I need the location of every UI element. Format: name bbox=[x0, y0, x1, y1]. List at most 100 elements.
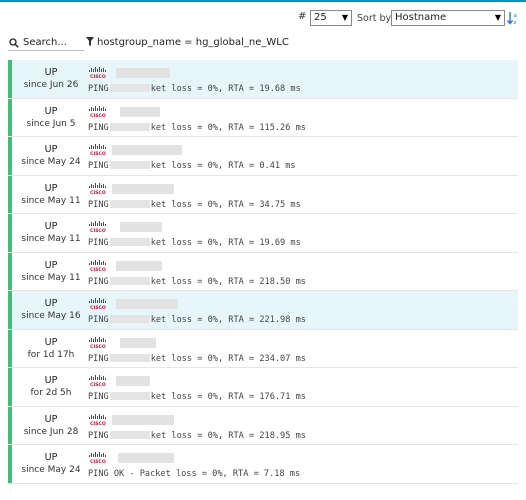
status-bar bbox=[8, 137, 12, 175]
state-since: since Jun 5 bbox=[26, 118, 76, 129]
host-state: UP since May 24 bbox=[18, 144, 84, 168]
plugin-output: PING ket loss = 0%, RTA = 234.07 ms bbox=[88, 353, 306, 364]
cisco-logo: CISCO bbox=[89, 452, 106, 464]
status-bar bbox=[8, 252, 12, 290]
status-bar bbox=[8, 368, 12, 406]
state-label: UP bbox=[44, 452, 58, 463]
plugin-output: PING OK - Packet loss = 0%, RTA = 7.18 m… bbox=[88, 469, 300, 479]
host-row[interactable]: UP since Jun 28 CISCO PING ket loss = 0%,… bbox=[8, 406, 518, 445]
svg-text:CISCO: CISCO bbox=[90, 113, 106, 118]
redacted-output bbox=[109, 199, 150, 208]
sort-select[interactable]: Hostname ▼ bbox=[391, 10, 505, 26]
status-bar bbox=[8, 60, 12, 98]
svg-text:z: z bbox=[514, 20, 517, 25]
state-since: since May 16 bbox=[21, 311, 81, 321]
output-prefix: PING bbox=[88, 161, 109, 171]
state-label: UP bbox=[44, 298, 58, 309]
cisco-logo: CISCO bbox=[89, 221, 106, 233]
host-row[interactable]: UP for 2d 5h CISCO PING ket loss = 0%, RT… bbox=[8, 368, 518, 407]
redacted-output bbox=[109, 430, 150, 439]
svg-text:CISCO: CISCO bbox=[90, 344, 106, 349]
host-row[interactable]: UP since May 11 CISCO PING ket loss = 0%,… bbox=[8, 214, 518, 253]
state-label: UP bbox=[44, 413, 58, 425]
svg-text:CISCO: CISCO bbox=[90, 305, 106, 310]
redacted-hostname bbox=[116, 68, 170, 78]
status-bar bbox=[8, 214, 12, 252]
sort-direction-icon[interactable]: a z bbox=[507, 11, 519, 25]
output-text: ket loss = 0%, RTA = 221.98 ms bbox=[150, 315, 306, 325]
status-bar bbox=[8, 445, 12, 483]
output-text: ket loss = 0%, RTA = 176.71 ms bbox=[150, 392, 306, 402]
output-text: ket loss = 0%, RTA = 34.75 ms bbox=[150, 199, 301, 210]
filter-text: hostgroup_name = hg_global_ne_WLC bbox=[97, 37, 289, 48]
output-prefix: PING bbox=[88, 315, 109, 325]
svg-text:CISCO: CISCO bbox=[90, 459, 106, 464]
host-state: UP since May 11 bbox=[18, 221, 84, 245]
host-row[interactable]: UP since May 11 CISCO PING ket loss = 0%,… bbox=[8, 175, 518, 214]
host-state: UP since Jun 28 bbox=[18, 414, 84, 438]
dropdown-arrow-icon: ▼ bbox=[494, 13, 501, 22]
list-controls: # 25 ▼ Sort by Hostname ▼ a z bbox=[0, 10, 526, 28]
state-since: since Jun 26 bbox=[23, 80, 79, 90]
output-text: ket loss = 0%, RTA = 0.41 ms bbox=[150, 161, 296, 171]
redacted-hostname bbox=[120, 337, 156, 348]
host-row[interactable]: UP for 1d 17h CISCO PING ket loss = 0%, R… bbox=[8, 329, 518, 368]
status-bar bbox=[8, 291, 12, 329]
plugin-output: PING ket loss = 0%, RTA = 176.71 ms bbox=[88, 392, 306, 402]
filter-icon bbox=[86, 37, 94, 46]
redacted-hostname bbox=[112, 414, 174, 425]
host-row[interactable]: UP since May 11 CISCO PING ket loss = 0%,… bbox=[8, 252, 518, 291]
search-icon bbox=[9, 38, 19, 48]
host-state: UP for 2d 5h bbox=[18, 375, 84, 399]
cisco-logo: CISCO bbox=[89, 67, 106, 79]
redacted-hostname bbox=[118, 453, 174, 463]
plugin-output: PING ket loss = 0%, RTA = 19.68 ms bbox=[88, 84, 301, 94]
plugin-output: PING ket loss = 0%, RTA = 221.98 ms bbox=[88, 315, 306, 325]
state-label: UP bbox=[44, 336, 58, 348]
output-text: ket loss = 0%, RTA = 19.68 ms bbox=[150, 84, 301, 94]
cisco-logo: CISCO bbox=[89, 259, 106, 272]
state-since: since May 11 bbox=[21, 234, 81, 244]
limit-label: # bbox=[298, 11, 307, 22]
state-since: for 2d 5h bbox=[30, 388, 72, 398]
output-prefix: PING OK - Packet loss = 0%, RTA = 7.18 m… bbox=[88, 469, 301, 479]
state-since: for 1d 17h bbox=[27, 349, 75, 360]
plugin-output: PING ket loss = 0%, RTA = 19.69 ms bbox=[88, 238, 301, 248]
status-bar bbox=[8, 406, 12, 444]
redacted-output bbox=[109, 161, 150, 169]
filter-bar: Search... hostgroup_name = hg_global_ne_… bbox=[0, 36, 526, 52]
redacted-output bbox=[109, 276, 150, 285]
redacted-output bbox=[109, 122, 150, 131]
host-row[interactable]: UP since Jun 26 CISCO PING ket loss = 0%,… bbox=[8, 60, 518, 99]
output-prefix: PING bbox=[88, 276, 109, 287]
state-since: since May 11 bbox=[21, 195, 81, 206]
svg-text:CISCO: CISCO bbox=[90, 382, 106, 387]
redacted-output bbox=[109, 238, 150, 246]
redacted-hostname bbox=[116, 299, 178, 309]
svg-text:CISCO: CISCO bbox=[90, 228, 106, 233]
top-accent-line bbox=[0, 0, 526, 2]
host-row[interactable]: UP since Jun 5 CISCO PING ket loss = 0%, … bbox=[8, 98, 518, 137]
output-text: ket loss = 0%, RTA = 234.07 ms bbox=[150, 353, 306, 364]
cisco-logo: CISCO bbox=[89, 105, 106, 118]
svg-text:CISCO: CISCO bbox=[90, 421, 106, 426]
output-text: ket loss = 0%, RTA = 115.26 ms bbox=[150, 122, 306, 133]
plugin-output: PING ket loss = 0%, RTA = 34.75 ms bbox=[88, 199, 301, 210]
active-filter[interactable]: hostgroup_name = hg_global_ne_WLC bbox=[86, 37, 289, 48]
redacted-output bbox=[109, 84, 150, 92]
host-row[interactable]: UP since May 24 CISCO PING ket loss = 0%,… bbox=[8, 137, 518, 176]
limit-select[interactable]: 25 ▼ bbox=[310, 10, 352, 26]
host-row[interactable]: UP since May 24 CISCO PING OK - Packet l… bbox=[8, 445, 518, 484]
state-label: UP bbox=[44, 221, 58, 232]
output-text: ket loss = 0%, RTA = 218.50 ms bbox=[150, 276, 306, 287]
plugin-output: PING ket loss = 0%, RTA = 218.95 ms bbox=[88, 430, 306, 441]
cisco-logo: CISCO bbox=[89, 375, 106, 387]
plugin-output: PING ket loss = 0%, RTA = 218.50 ms bbox=[88, 276, 306, 287]
search-input[interactable]: Search... bbox=[8, 36, 84, 51]
state-label: UP bbox=[44, 67, 58, 78]
limit-value: 25 bbox=[314, 12, 327, 23]
host-state: UP since May 11 bbox=[18, 183, 84, 207]
host-row[interactable]: UP since May 16 CISCO PING ket loss = 0%,… bbox=[8, 291, 518, 330]
plugin-output: PING ket loss = 0%, RTA = 115.26 ms bbox=[88, 122, 306, 133]
sort-value: Hostname bbox=[395, 12, 447, 23]
